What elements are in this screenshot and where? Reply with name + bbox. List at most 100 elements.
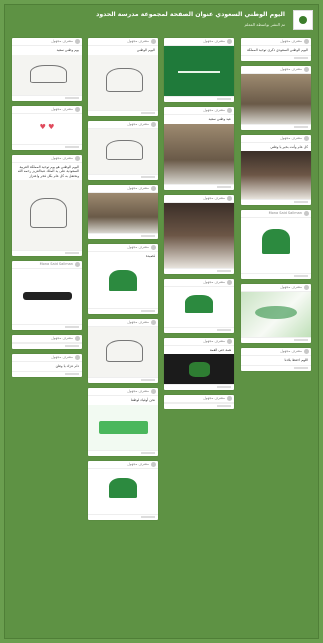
post-author: مشرف مجهول: [203, 195, 225, 200]
post-card[interactable]: مشرف مجهول اليوم الوطني السعودي ذكرى توحي…: [241, 38, 311, 61]
comment-placeholder[interactable]: [217, 98, 231, 100]
post-author: مشرف مجهول: [51, 355, 73, 360]
comment-placeholder[interactable]: [141, 111, 155, 114]
post-image[interactable]: [241, 292, 311, 338]
post-image[interactable]: [88, 260, 158, 309]
board-column: مشرف مجهول اليوم الوطني السعودي ذكرى توحي…: [241, 38, 311, 376]
comment-placeholder[interactable]: [294, 275, 308, 278]
comment-placeholder[interactable]: [141, 234, 155, 237]
avatar: [75, 155, 80, 161]
post-footer: [88, 173, 158, 180]
post-footer: [88, 109, 158, 116]
post-header: مشرف مجهول: [12, 38, 82, 46]
post-card[interactable]: مشرف مجهول: [241, 65, 311, 130]
comment-placeholder[interactable]: [294, 56, 308, 59]
comment-placeholder[interactable]: [294, 366, 308, 369]
post-card[interactable]: مشرف مجهول قصيدة: [88, 243, 158, 315]
post-card[interactable]: مشرف مجهول: [12, 105, 82, 150]
post-card[interactable]: Mona Said Sallman: [12, 261, 82, 331]
post-image[interactable]: [12, 269, 82, 325]
post-card[interactable]: مشرف مجهول اليوم الوطني: [88, 38, 158, 116]
post-image[interactable]: [241, 73, 311, 124]
comment-placeholder[interactable]: [65, 252, 79, 255]
post-image[interactable]: [88, 128, 158, 174]
comment-placeholder[interactable]: [141, 379, 155, 382]
post-card[interactable]: مشرف مجهول يوم وطني سعيد: [12, 38, 82, 101]
post-footer: [12, 143, 82, 150]
post-image[interactable]: [164, 354, 234, 385]
post-image[interactable]: [88, 404, 158, 450]
post-author: مشرف مجهول: [280, 66, 302, 71]
post-image[interactable]: [12, 180, 82, 251]
post-card[interactable]: مشرف مجهول نحن أوفياء لوطننا: [88, 388, 158, 456]
post-header: مشرف مجهول: [241, 348, 311, 357]
comment-placeholder[interactable]: [65, 345, 79, 348]
comment-placeholder[interactable]: [141, 310, 155, 313]
post-author: مشرف مجهول: [127, 185, 149, 190]
post-text: اليوم الوطني السعودي ذكرى توحيد المملكة: [246, 48, 308, 52]
post-image[interactable]: [88, 192, 158, 233]
post-card[interactable]: مشرف مجهول دام عزك يا وطن: [12, 354, 82, 377]
comment-placeholder[interactable]: [65, 145, 79, 148]
post-author: Mona Said Sallman: [39, 262, 73, 267]
post-footer: [88, 232, 158, 239]
comment-placeholder[interactable]: [217, 328, 231, 331]
comment-placeholder[interactable]: [141, 451, 155, 454]
post-footer: [241, 54, 311, 61]
post-card[interactable]: مشرف مجهول: [88, 184, 158, 239]
post-card[interactable]: مشرف مجهول: [164, 38, 234, 102]
comment-placeholder[interactable]: [217, 405, 231, 408]
post-image[interactable]: [164, 123, 234, 184]
comment-placeholder[interactable]: [141, 175, 155, 178]
post-image[interactable]: [164, 202, 234, 268]
comment-placeholder[interactable]: [141, 515, 155, 518]
post-footer: [164, 326, 234, 333]
post-image[interactable]: [88, 327, 158, 378]
post-footer: [12, 370, 82, 377]
post-header: مشرف مجهول: [88, 461, 158, 469]
post-card[interactable]: مشرف مجهول همة حتى القمة: [164, 337, 234, 391]
post-card[interactable]: مشرف مجهول: [164, 395, 234, 410]
comment-placeholder[interactable]: [217, 185, 231, 188]
post-image[interactable]: [12, 113, 82, 144]
post-header: مشرف مجهول: [88, 185, 158, 193]
board-header: اليوم الوطني السعودي عنوان الصفحة لمجموع…: [10, 8, 313, 34]
post-card[interactable]: مشرف مجهول عيد وطني سعيد: [164, 107, 234, 190]
post-card[interactable]: مشرف مجهول: [241, 284, 311, 344]
post-image[interactable]: [241, 218, 311, 274]
post-image[interactable]: [164, 286, 234, 327]
comment-placeholder[interactable]: [65, 372, 79, 375]
post-card[interactable]: مشرف مجهول: [88, 120, 158, 180]
post-author: مشرف مجهول: [280, 349, 302, 354]
post-image[interactable]: [12, 54, 82, 95]
post-card[interactable]: Mona Said Sallman: [241, 210, 311, 280]
post-header: مشرف مجهول: [164, 338, 234, 346]
post-header: مشرف مجهول: [164, 107, 234, 115]
post-card[interactable]: مشرف مجهول: [164, 278, 234, 333]
post-image[interactable]: [88, 468, 158, 514]
avatar: [151, 461, 156, 467]
post-card[interactable]: مشرف مجهول: [164, 194, 234, 274]
post-card[interactable]: مشرف مجهول: [12, 335, 82, 350]
comment-placeholder[interactable]: [217, 269, 231, 272]
comment-placeholder[interactable]: [65, 96, 79, 99]
post-card[interactable]: مشرف مجهول اللهم احفظ بلادنا: [241, 348, 311, 371]
comment-placeholder[interactable]: [294, 201, 308, 204]
post-card[interactable]: مشرف مجهول كل عام وأنت بخير يا وطني: [241, 134, 311, 206]
post-image[interactable]: [164, 46, 234, 96]
board-logo-icon[interactable]: [293, 10, 313, 30]
avatar: [304, 135, 309, 141]
comment-placeholder[interactable]: [294, 339, 308, 342]
comment-placeholder[interactable]: [217, 386, 231, 389]
avatar: [304, 285, 309, 291]
post-header: مشرف مجهول: [88, 38, 158, 46]
post-card[interactable]: مشرف مجهول اليوم الوطني هو يوم توحيد المم…: [12, 154, 82, 257]
avatar: [151, 185, 156, 191]
post-image[interactable]: [241, 151, 311, 200]
post-card[interactable]: مشرف مجهول: [88, 319, 158, 384]
post-card[interactable]: مشرف مجهول: [88, 460, 158, 520]
comment-placeholder[interactable]: [65, 326, 79, 329]
comment-placeholder[interactable]: [294, 125, 308, 128]
post-image[interactable]: [88, 54, 158, 110]
board-column: مشرف مجهول اليوم الوطني مشرف مجهول مشرف مجه…: [88, 38, 158, 525]
